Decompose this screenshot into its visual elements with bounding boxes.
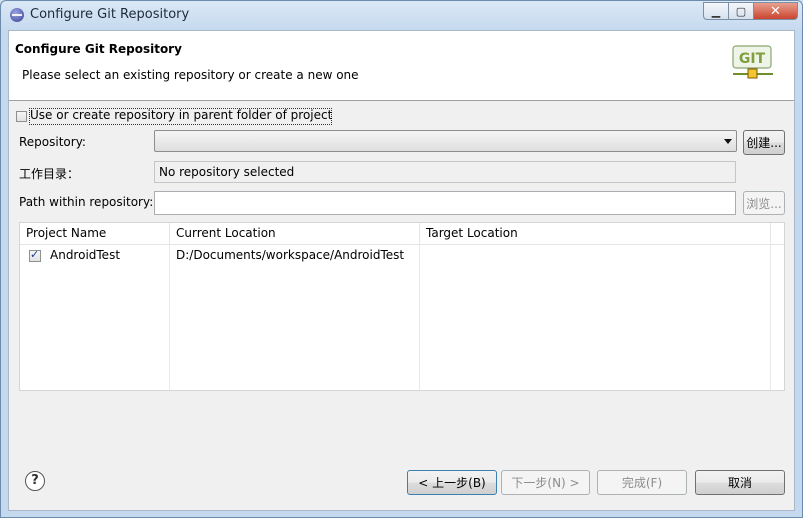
page-message: Please select an existing repository or … bbox=[22, 68, 359, 82]
path-input[interactable] bbox=[154, 191, 736, 215]
repository-label: Repository: bbox=[19, 135, 86, 149]
minimize-icon: ▁ bbox=[711, 4, 721, 18]
maximize-icon: ▢ bbox=[735, 4, 747, 18]
table-row[interactable]: AndroidTest D:/Documents/workspace/Andro… bbox=[20, 245, 784, 266]
workdir-label: 工作目录： bbox=[19, 167, 80, 181]
window-title: Configure Git Repository bbox=[30, 7, 190, 22]
chevron-down-icon bbox=[724, 139, 732, 144]
wizard-header: Configure Git Repository Please select a… bbox=[9, 31, 794, 101]
column-header-target-location[interactable]: Target Location bbox=[420, 223, 771, 244]
minimize-button[interactable]: ▁ bbox=[703, 2, 729, 20]
cancel-button[interactable]: 取消 bbox=[695, 470, 785, 495]
workdir-field: No repository selected bbox=[154, 161, 736, 183]
dialog-client-area: Configure Git Repository Please select a… bbox=[8, 30, 795, 511]
column-header-project[interactable]: Project Name bbox=[20, 223, 170, 244]
workdir-value: No repository selected bbox=[159, 165, 295, 179]
create-repository-button[interactable]: 创建... bbox=[743, 130, 785, 155]
path-label: Path within repository: bbox=[19, 195, 154, 209]
projects-table: Project Name Current Location Target Loc… bbox=[19, 222, 785, 391]
repository-combo[interactable] bbox=[154, 130, 737, 152]
svg-text:GIT: GIT bbox=[739, 51, 766, 67]
close-icon: ✕ bbox=[770, 3, 781, 19]
parent-folder-label[interactable]: Use or create repository in parent folde… bbox=[30, 108, 332, 122]
maximize-button[interactable]: ▢ bbox=[729, 2, 754, 20]
row-checkbox[interactable] bbox=[29, 248, 41, 262]
table-header: Project Name Current Location Target Loc… bbox=[20, 223, 784, 245]
page-title: Configure Git Repository bbox=[15, 42, 182, 56]
next-button[interactable]: 下一步(N) > bbox=[501, 470, 590, 495]
eclipse-icon bbox=[10, 8, 24, 22]
finish-button[interactable]: 完成(F) bbox=[597, 470, 687, 495]
browse-button[interactable]: 浏览... bbox=[743, 191, 785, 215]
column-header-current-location[interactable]: Current Location bbox=[170, 223, 420, 244]
project-name-cell: AndroidTest bbox=[50, 248, 121, 262]
git-logo-icon: GIT bbox=[732, 45, 773, 79]
parent-folder-checkbox[interactable] bbox=[16, 111, 27, 122]
back-button[interactable]: < 上一步(B) bbox=[407, 470, 497, 495]
window-controls: ▁ ▢ ✕ bbox=[703, 2, 798, 20]
help-icon[interactable]: ? bbox=[25, 471, 45, 491]
current-location-cell: D:/Documents/workspace/AndroidTest bbox=[176, 248, 405, 262]
title-bar[interactable]: Configure Git Repository ▁ ▢ ✕ bbox=[1, 1, 802, 29]
dialog-window: Configure Git Repository ▁ ▢ ✕ Configure… bbox=[0, 0, 803, 518]
close-button[interactable]: ✕ bbox=[754, 2, 798, 20]
